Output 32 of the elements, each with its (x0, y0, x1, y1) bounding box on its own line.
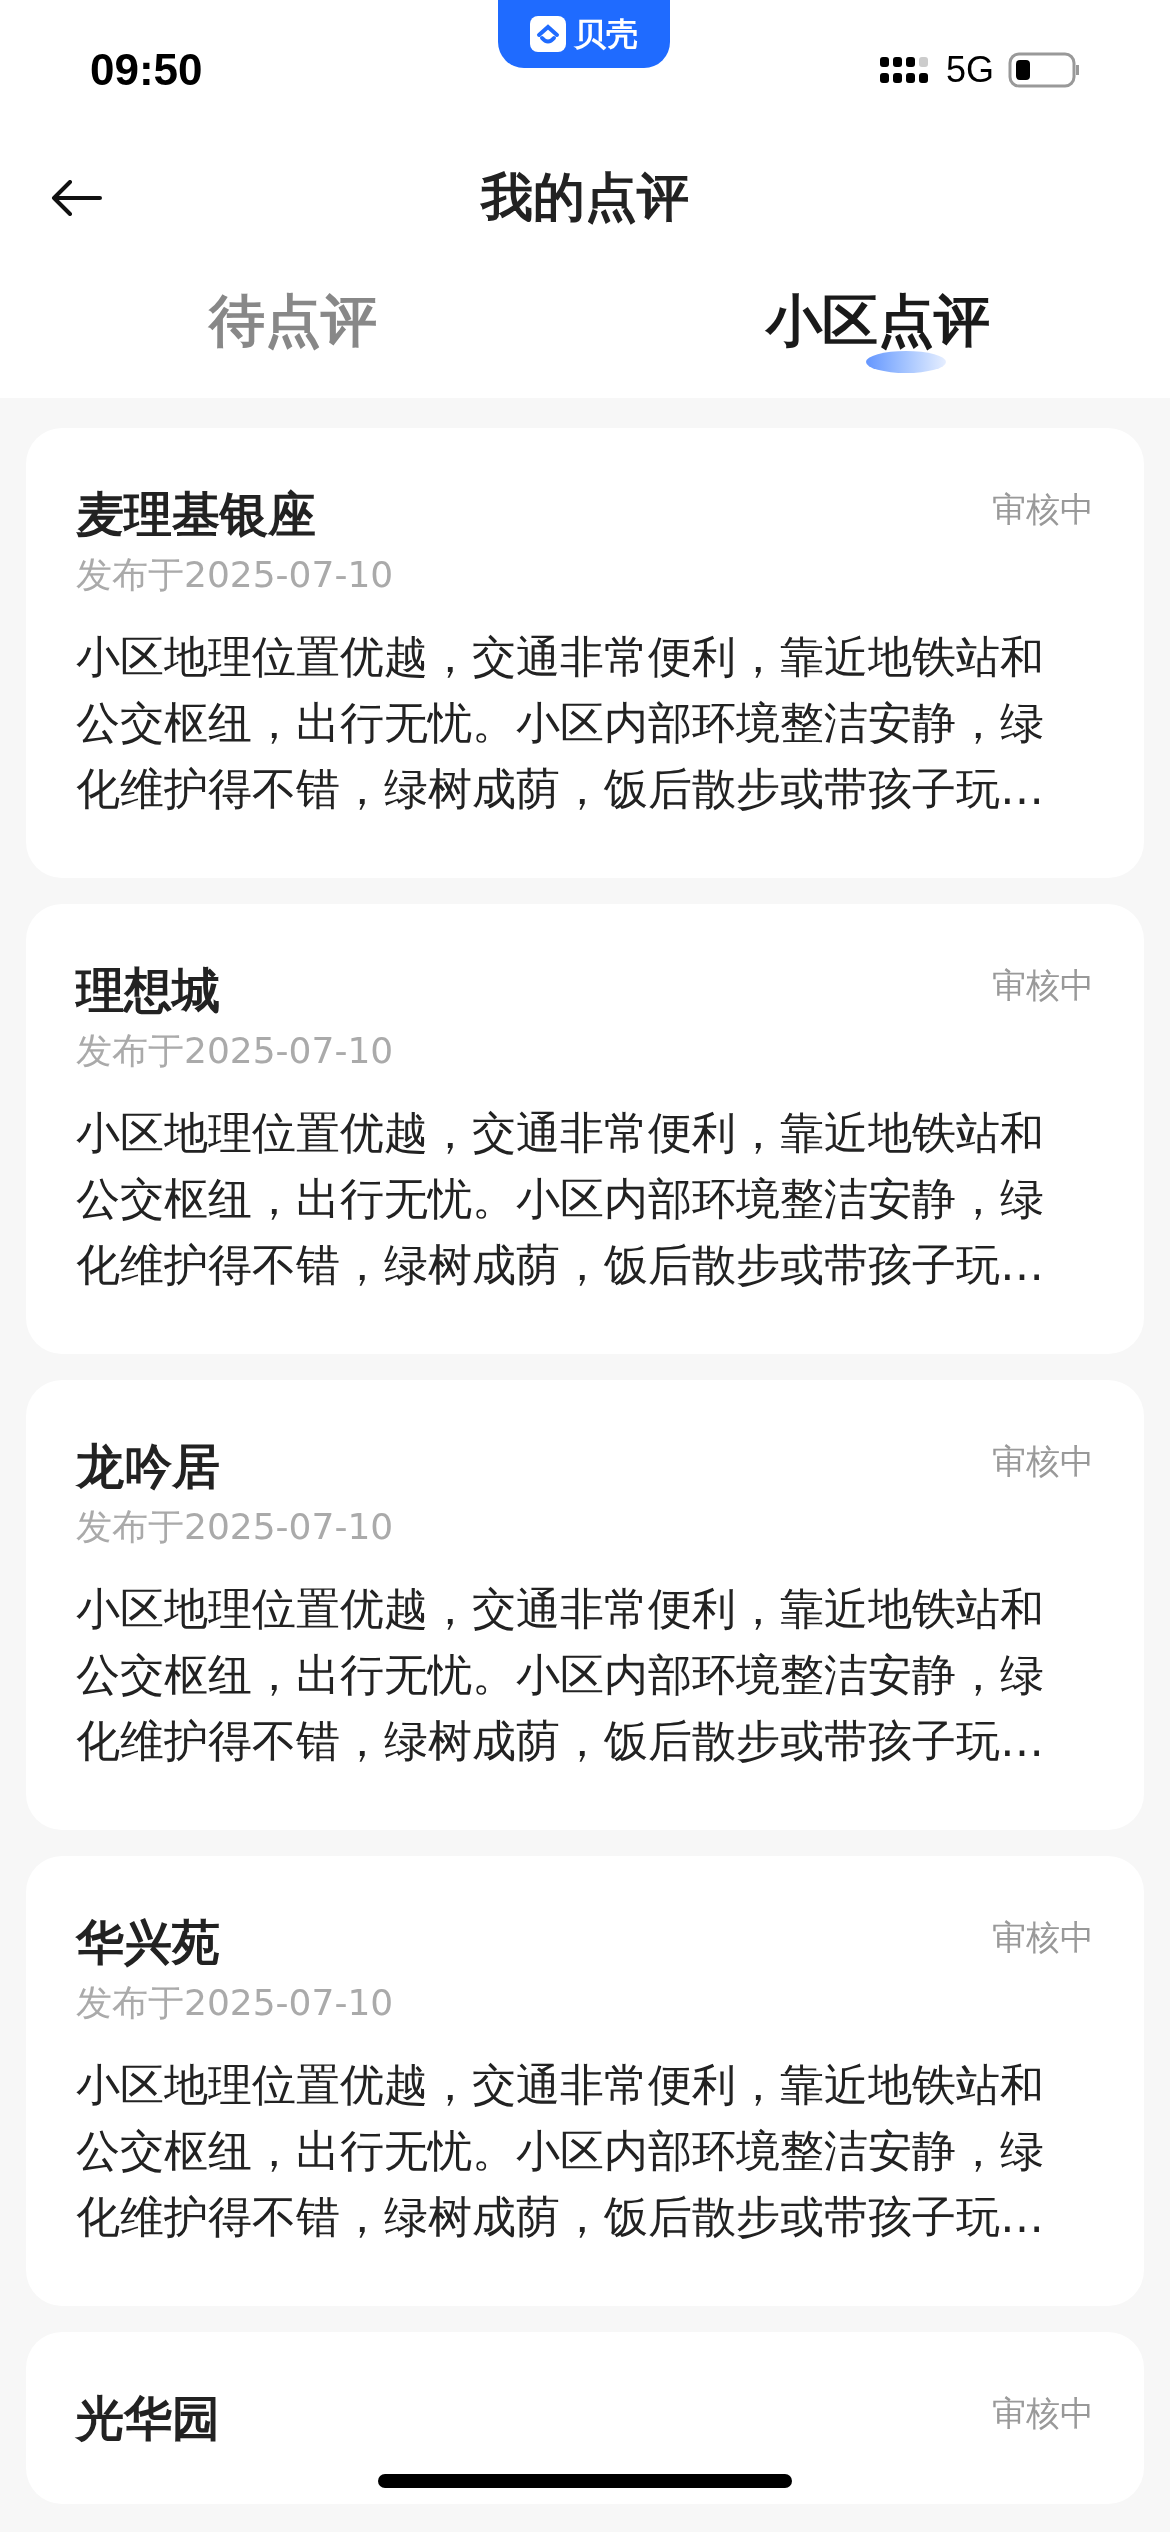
status-time: 09:50 (90, 44, 203, 96)
community-name: 麦理基银座 (76, 485, 316, 544)
back-arrow-icon (50, 180, 102, 216)
app-badge[interactable]: 贝壳 (498, 0, 670, 68)
review-text: 小区地理位置优越，交通非常便利，靠近地铁站和公交枢纽，出行无忧。小区内部环境整洁安静，绿化维护得不错，绿树成荫，饭后散步或带孩子玩… (76, 630, 1045, 816)
publish-date: 发布于2025-07-10 (76, 553, 395, 597)
publish-date: 发布于2025-07-10 (76, 1981, 395, 2025)
review-status: 审核中 (992, 964, 1094, 1007)
review-card[interactable]: 理想城 审核中 发布于2025-07-10 小区地理位置优越，交通非常便利，靠近地铁站和公交枢纽，出行无忧。小区内部环境整洁安静，绿化维护得不错，绿树成荫，饭后散步或带孩子玩… (26, 904, 1144, 1354)
review-text: 小区地理位置优越，交通非常便利，靠近地铁站和公交枢纽，出行无忧。小区内部环境整洁安静，绿化维护得不错，绿树成荫，饭后散步或带孩子玩… (76, 1106, 1045, 1292)
publish-date: 发布于2025-07-10 (76, 1029, 395, 1073)
review-card[interactable]: 光华园 审核中 (26, 2332, 1144, 2504)
battery-icon (1008, 52, 1080, 88)
community-name: 理想城 (76, 961, 220, 1020)
review-status: 审核中 (992, 488, 1094, 531)
network-label: 5G (945, 48, 994, 92)
review-card[interactable]: 华兴苑 审核中 发布于2025-07-10 小区地理位置优越，交通非常便利，靠近地铁站和公交枢纽，出行无忧。小区内部环境整洁安静，绿化维护得不错，绿树成荫，饭后散步或带孩子玩… (26, 1856, 1144, 2306)
tab[interactable]: 待点评 (208, 279, 377, 373)
page-title: 我的点评 (481, 166, 689, 229)
community-name: 光华园 (76, 2389, 220, 2448)
review-card[interactable]: 龙吟居 审核中 发布于2025-07-10 小区地理位置优越，交通非常便利，靠近地铁站和公交枢纽，出行无忧。小区内部环境整洁安静，绿化维护得不错，绿树成荫，饭后散步或带孩子玩… (26, 1380, 1144, 1830)
review-text: 小区地理位置优越，交通非常便利，靠近地铁站和公交枢纽，出行无忧。小区内部环境整洁安静，绿化维护得不错，绿树成荫，饭后散步或带孩子玩… (76, 1582, 1045, 1768)
tab[interactable]: 小区点评 (765, 279, 990, 373)
community-name: 龙吟居 (76, 1437, 220, 1496)
house-logo-icon (530, 16, 566, 52)
review-status: 审核中 (992, 1916, 1094, 1959)
publish-date: 发布于2025-07-10 (76, 1505, 395, 1549)
review-status: 审核中 (992, 1440, 1094, 1483)
review-text: 小区地理位置优越，交通非常便利，靠近地铁站和公交枢纽，出行无忧。小区内部环境整洁安静，绿化维护得不错，绿树成荫，饭后散步或带孩子玩… (76, 2058, 1045, 2244)
community-name: 华兴苑 (76, 1913, 220, 1972)
review-status: 审核中 (992, 2392, 1094, 2435)
review-card[interactable]: 麦理基银座 审核中 发布于2025-07-10 小区地理位置优越，交通非常便利，靠近地铁站和公交枢纽，出行无忧。小区内部环境整洁安静，绿化维护得不错，绿树成荫，饭后散步或带孩子玩… (26, 428, 1144, 878)
